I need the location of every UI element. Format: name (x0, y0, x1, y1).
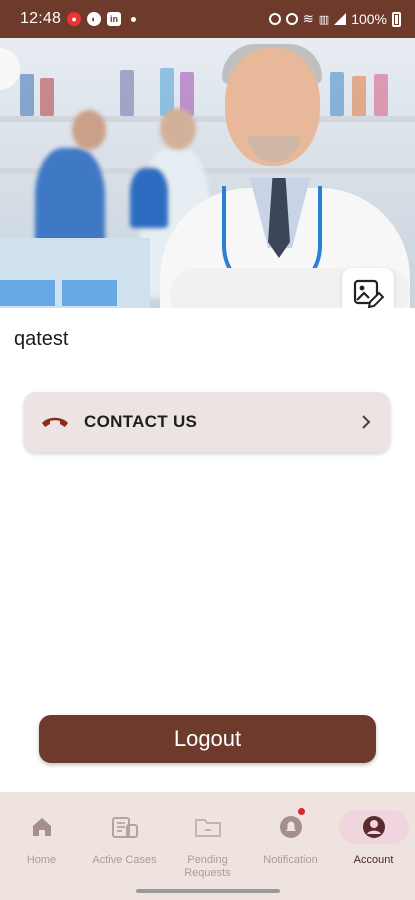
nav-item-account[interactable]: Account (332, 792, 415, 887)
battery-percent: 100% (351, 11, 387, 27)
status-time: 12:48 (20, 10, 62, 27)
nav-label-home: Home (26, 854, 57, 866)
status-bar: 12:48 ● ◐ in ≋ ▥ 100% (0, 0, 415, 38)
nav-item-pending-requests[interactable]: Pending Requests (166, 792, 249, 887)
account-icon (362, 816, 385, 838)
battery-icon (392, 11, 401, 27)
contact-us-button[interactable]: CONTACT US (24, 392, 390, 452)
signal-icon (334, 13, 347, 25)
profile-photo (0, 38, 415, 308)
home-icon (32, 818, 51, 836)
bottom-nav: Home Active Cases Pending Requests Notif… (0, 792, 415, 900)
cases-icon (111, 817, 138, 838)
bell-icon (279, 816, 302, 838)
nav-label-active-cases: Active Cases (92, 854, 157, 866)
more-notifications-icon (131, 16, 137, 22)
nav-label-pending-requests: Pending Requests (184, 854, 231, 879)
network-icon: ▥ (318, 13, 330, 26)
notification-badge (298, 808, 305, 815)
photos-notification-icon: ◐ (87, 12, 102, 26)
linkedin-icon: in (107, 12, 122, 26)
gesture-handle[interactable] (136, 889, 280, 893)
sync-icon (285, 13, 298, 25)
chevron-right-icon (362, 415, 371, 429)
contact-us-label: CONTACT US (84, 412, 198, 431)
nav-label-notification: Notification (263, 854, 318, 866)
username: qatest (14, 328, 69, 350)
edit-photo-button[interactable] (342, 268, 394, 308)
wifi-icon: ≋ (302, 11, 314, 26)
app-notification-icon: ● (67, 12, 82, 26)
alarm-icon (268, 13, 281, 25)
nav-item-home[interactable]: Home (0, 792, 83, 887)
folder-icon (194, 819, 221, 837)
nav-item-active-cases[interactable]: Active Cases (83, 792, 166, 887)
phone-hangup-icon (42, 417, 68, 427)
edit-image-icon (353, 279, 384, 308)
nav-label-account: Account (353, 854, 394, 866)
logout-button[interactable]: Logout (39, 715, 376, 763)
nav-item-notification[interactable]: Notification (249, 792, 332, 887)
